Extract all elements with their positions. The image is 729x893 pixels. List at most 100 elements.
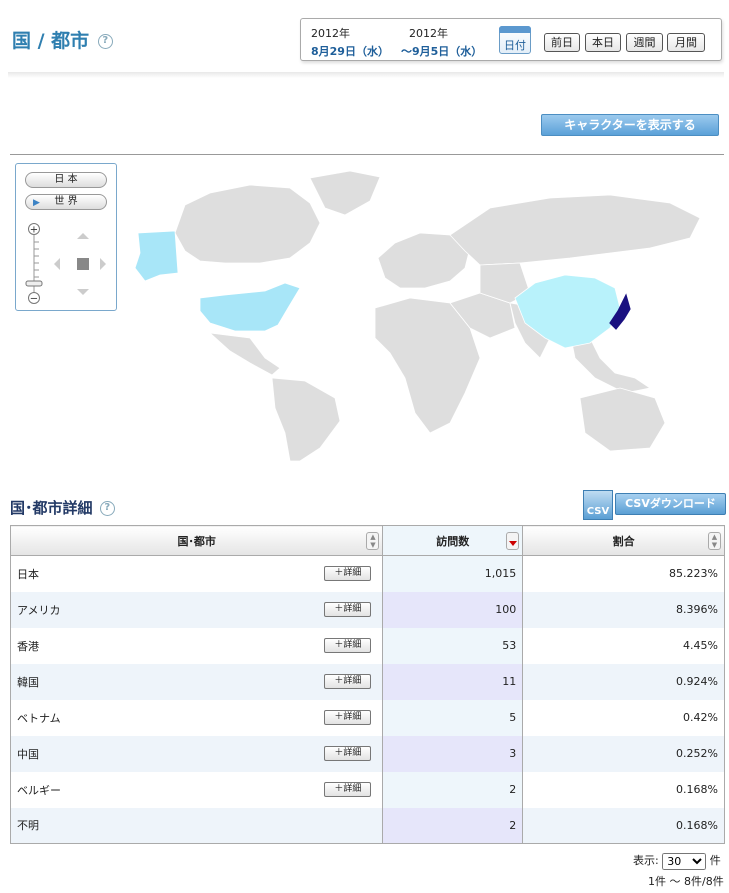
- pan-center-icon[interactable]: [77, 258, 89, 270]
- country-name: ベトナム: [17, 711, 61, 725]
- page-title: 国 / 都市 ?: [12, 26, 113, 53]
- end-day: ～9月5日（水）: [401, 45, 483, 58]
- table-row: ベトナム ＋詳細 5 0.42%: [9, 699, 725, 736]
- pan-right-icon[interactable]: [100, 258, 106, 270]
- per-page-unit: 件: [709, 854, 721, 867]
- cell-ratio: 0.924%: [522, 663, 725, 700]
- cell-country: ベトナム ＋詳細: [9, 699, 384, 736]
- svg-text:−: −: [30, 294, 38, 305]
- world-view-label: 世 界: [54, 196, 78, 207]
- country-name: アメリカ: [17, 603, 61, 617]
- detail-button[interactable]: ＋詳細: [324, 637, 372, 653]
- map-canada: [174, 184, 321, 264]
- world-view-button[interactable]: ▶ 世 界: [25, 194, 107, 210]
- map-mexico: [208, 332, 281, 376]
- zoom-controls: + −: [25, 223, 106, 305]
- detail-button[interactable]: ＋詳細: [324, 566, 372, 581]
- section-title: 国･都市詳細 ?: [10, 497, 115, 518]
- section-help-icon[interactable]: ?: [99, 501, 115, 516]
- table-row: アメリカ ＋詳細 100 8.396%: [9, 591, 725, 628]
- table-row: 不明 2 0.168%: [9, 807, 725, 844]
- today-button[interactable]: 本日: [585, 33, 621, 52]
- table-row: 中国 ＋詳細 3 0.252%: [9, 735, 725, 772]
- country-name: 日本: [17, 567, 39, 581]
- cell-visits: 5: [382, 699, 524, 736]
- cell-country: アメリカ ＋詳細: [9, 591, 384, 628]
- cell-ratio: 8.396%: [522, 591, 725, 628]
- cell-ratio: 0.252%: [522, 735, 725, 772]
- map-usa: [199, 282, 301, 332]
- cell-ratio: 0.42%: [522, 699, 725, 736]
- calendar-label: 日付: [504, 39, 526, 52]
- table-row: ベルギー ＋詳細 2 0.168%: [9, 771, 725, 808]
- end-date[interactable]: 2012年 ～9月5日（水）: [401, 25, 482, 59]
- cell-visits: 100: [382, 591, 524, 628]
- detail-button[interactable]: ＋詳細: [324, 745, 372, 761]
- header-country-label: 国･都市: [177, 534, 216, 548]
- header-divider: [8, 72, 724, 78]
- map-alaska: [134, 230, 179, 282]
- end-year: 2012年: [409, 27, 448, 40]
- sort-icon[interactable]: ▲ ▼: [366, 532, 380, 550]
- map-zoom-panel: 日 本 ▶ 世 界 + −: [15, 163, 117, 311]
- table-row: 香港 ＋詳細 53 4.45%: [9, 627, 725, 664]
- map-australia: [579, 387, 666, 452]
- cell-country: 日本 ＋詳細: [9, 555, 384, 592]
- cell-country: 韓国 ＋詳細: [9, 663, 384, 700]
- country-table: 国･都市 ▲ ▼ 訪問数 割合 ▲ ▼ 日本 ＋詳細 1,015 85.223% アメリカ ＋…: [9, 525, 725, 844]
- cell-visits: 1,015: [382, 555, 524, 592]
- per-page-label: 表示:: [633, 854, 659, 867]
- cell-visits: 11: [382, 663, 524, 700]
- cell-visits: 3: [382, 735, 524, 772]
- start-date[interactable]: 2012年 8月29日（水）: [311, 25, 389, 59]
- country-name: ベルギー: [17, 783, 61, 797]
- detail-button[interactable]: ＋詳細: [324, 601, 372, 617]
- week-button[interactable]: 週間: [626, 33, 663, 52]
- cell-visits: 2: [382, 771, 524, 808]
- detail-button[interactable]: ＋詳細: [324, 709, 372, 725]
- map-russia: [449, 194, 701, 266]
- month-button[interactable]: 月間: [667, 33, 705, 52]
- header-visits-label: 訪問数: [436, 534, 470, 548]
- help-icon[interactable]: ?: [97, 34, 113, 49]
- sort-icon[interactable]: ▲ ▼: [708, 532, 721, 550]
- header-country[interactable]: 国･都市 ▲ ▼: [9, 525, 384, 556]
- page-title-text: 国 / 都市: [12, 30, 90, 52]
- country-name: 香港: [17, 639, 39, 653]
- detail-button[interactable]: ＋詳細: [324, 673, 372, 689]
- cell-country: 中国 ＋詳細: [9, 735, 384, 772]
- cell-visits: 53: [382, 627, 524, 664]
- date-range-panel: 2012年 8月29日（水） 2012年 ～9月5日（水） 日付 前日 本日 週…: [300, 18, 722, 61]
- show-character-button[interactable]: キャラクターを表示する: [541, 114, 719, 136]
- world-map-area: [10, 154, 724, 461]
- japan-view-button[interactable]: 日 本: [25, 172, 107, 188]
- map-south-america: [271, 377, 341, 461]
- per-page-control: 表示: 30 件: [633, 852, 721, 870]
- start-year: 2012年: [311, 27, 350, 40]
- play-icon: ▶: [33, 198, 40, 208]
- section-title-text: 国･都市詳細: [10, 499, 93, 517]
- pan-down-icon[interactable]: [77, 289, 89, 295]
- map-greenland: [309, 170, 381, 216]
- country-name: 韓国: [17, 675, 39, 689]
- cell-country: 不明: [9, 807, 384, 844]
- pan-up-icon[interactable]: [77, 233, 89, 239]
- cell-ratio: 4.45%: [522, 627, 725, 664]
- sort-desc-icon[interactable]: [506, 532, 520, 550]
- result-range: 1件 ～ 8件/8件: [648, 875, 724, 888]
- cell-ratio: 85.223%: [522, 555, 725, 592]
- header-visits[interactable]: 訪問数: [382, 525, 524, 556]
- per-page-select[interactable]: 30: [662, 852, 707, 870]
- csv-file-icon: CSV: [583, 490, 613, 520]
- calendar-button[interactable]: 日付: [499, 26, 531, 54]
- cell-country: 香港 ＋詳細: [9, 627, 384, 664]
- cell-ratio: 0.168%: [522, 807, 725, 844]
- header-ratio[interactable]: 割合 ▲ ▼: [522, 525, 725, 556]
- country-name: 不明: [17, 819, 39, 833]
- detail-button[interactable]: ＋詳細: [324, 781, 372, 797]
- prev-day-button[interactable]: 前日: [544, 33, 580, 52]
- world-map[interactable]: [10, 163, 724, 461]
- zoom-slider-handle[interactable]: [25, 280, 43, 287]
- csv-download-button[interactable]: CSV CSVダウンロード: [583, 490, 726, 520]
- pan-left-icon[interactable]: [54, 258, 60, 270]
